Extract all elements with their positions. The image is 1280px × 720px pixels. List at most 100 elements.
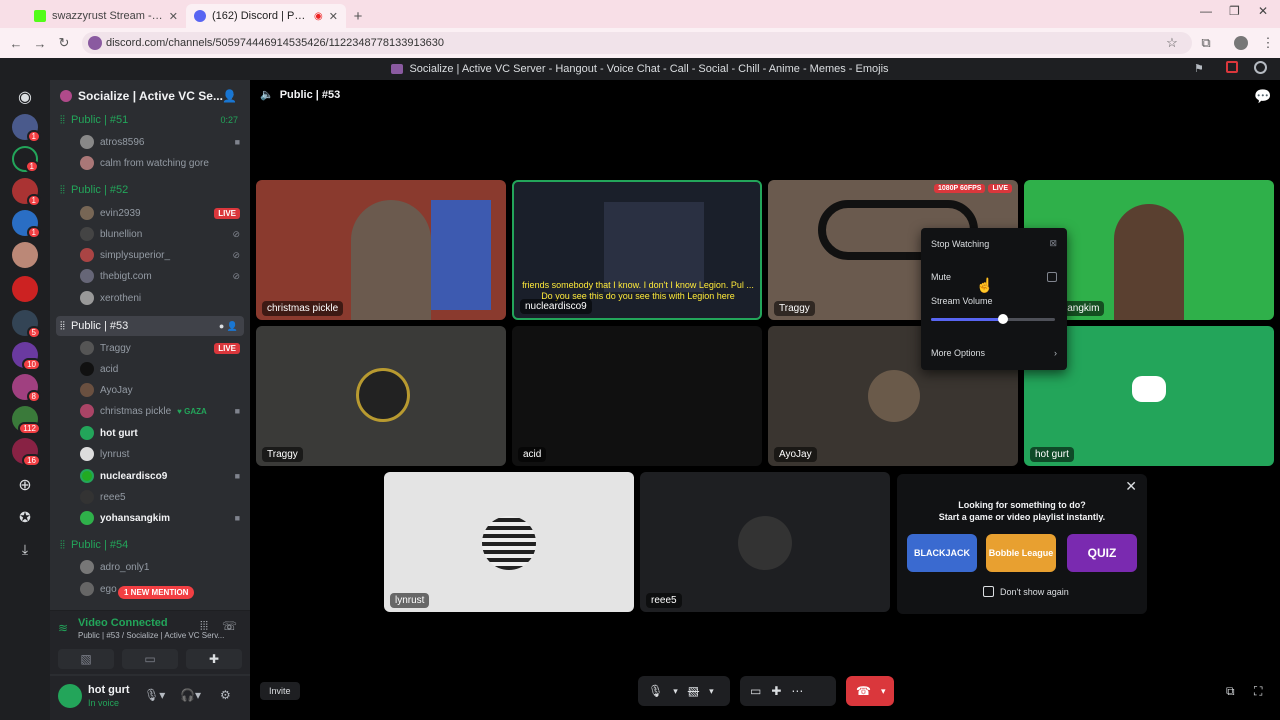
video-tile[interactable]: lynrust — [384, 472, 634, 612]
settings-gear-icon[interactable]: ⚙ — [220, 688, 231, 702]
close-icon[interactable]: ✕ — [1125, 478, 1137, 495]
screenshare-icon[interactable]: ▭ — [122, 649, 178, 669]
mute-checkbox[interactable] — [1047, 272, 1057, 282]
voice-user[interactable]: adro_only1 — [80, 557, 240, 577]
flag-icon[interactable]: ⚑ — [1194, 62, 1204, 75]
forward-icon[interactable]: → — [28, 36, 52, 51]
server-icon[interactable]: 10 — [12, 342, 41, 371]
server-icon[interactable]: 8 — [12, 374, 41, 403]
avatar[interactable] — [58, 684, 82, 708]
stop-watching-item[interactable]: Stop Watching ⊠ — [931, 238, 1057, 249]
voice-user[interactable]: thebigt.com ⊘ — [80, 266, 240, 286]
invite-button[interactable]: Invite — [260, 682, 300, 700]
video-tile[interactable]: reee5 — [640, 472, 890, 612]
chat-bubble-icon[interactable]: 💬 — [1254, 88, 1271, 105]
voice-user[interactable]: nucleardisco9 ■ — [80, 466, 240, 486]
screenshare-icon[interactable]: ▭ — [750, 684, 761, 698]
server-icon[interactable] — [12, 242, 38, 268]
add-server-icon[interactable]: ⊕ — [12, 472, 38, 498]
explore-icon[interactable]: ✪ — [12, 504, 38, 530]
voice-user[interactable]: yohansangkim ■ — [80, 508, 240, 528]
voice-user[interactable]: evin2939 LIVE — [80, 203, 240, 223]
stream-tile[interactable]: friends somebody that I know. I don't I … — [512, 180, 762, 320]
server-icon[interactable]: 1 — [12, 146, 39, 173]
more-icon[interactable]: ⋯ — [791, 684, 803, 698]
bobble-league-activity[interactable]: Bobble League — [986, 534, 1056, 572]
voice-user[interactable]: blunellion ⊘ — [80, 224, 240, 244]
help-icon[interactable] — [1254, 61, 1267, 74]
voice-user[interactable]: lynrust — [80, 444, 240, 464]
discord-home-icon[interactable]: ◉ — [12, 84, 38, 110]
new-mention-banner[interactable]: 1 NEW MENTION — [118, 586, 195, 599]
close-window-icon[interactable]: ✕ — [1258, 4, 1268, 18]
voice-channel-52[interactable]: ⦙⦙ Public | #52 — [56, 180, 244, 200]
chevron-down-icon[interactable]: ▾ — [709, 686, 714, 697]
server-icon[interactable]: 112 — [12, 406, 41, 435]
minimize-icon[interactable]: — — [1200, 4, 1212, 18]
chevron-down-icon[interactable]: ▾ — [673, 686, 678, 697]
reload-icon[interactable]: ↻ — [52, 35, 76, 51]
stream-tile[interactable]: christmas pickle — [256, 180, 506, 320]
video-tile[interactable]: acid — [512, 326, 762, 466]
voice-user[interactable]: Traggy LIVE — [80, 338, 240, 358]
voice-user[interactable]: calm from watching gore — [80, 153, 240, 173]
camera-off-icon[interactable]: ▧ — [688, 684, 699, 698]
volume-knob[interactable] — [997, 314, 1008, 324]
server-icon[interactable]: 16 — [12, 438, 41, 467]
server-icon[interactable]: 1 — [12, 210, 41, 239]
avatar — [80, 362, 94, 376]
voice-user[interactable]: atros8596 ■ — [80, 132, 240, 152]
server-icon[interactable] — [12, 276, 38, 302]
mic-camera-controls: 🎙 ▾ ▧ ▾ — [638, 676, 730, 706]
voice-user[interactable]: hot gurt — [80, 423, 240, 443]
activities-icon[interactable]: ✚ — [771, 684, 781, 698]
site-info-icon[interactable] — [88, 36, 102, 50]
video-off-icon[interactable]: ▧ — [58, 649, 114, 669]
voice-user[interactable]: xerotheni — [80, 288, 240, 308]
browser-menu-icon[interactable]: ⋮ — [1256, 35, 1280, 51]
voice-user[interactable]: simplysuperior_ ⊘ — [80, 245, 240, 265]
server-icon[interactable]: 1 — [12, 178, 41, 207]
new-tab-button[interactable]: + — [346, 4, 370, 28]
server-icon[interactable]: 5 — [12, 310, 41, 339]
voice-channel-51[interactable]: ⦙⦙ Public | #51 0:27 — [56, 110, 244, 130]
add-user-icon[interactable]: 👤 — [222, 89, 237, 103]
address-bar[interactable]: discord.com/channels/505974446914535426/… — [82, 32, 1192, 54]
leave-call-button[interactable]: ☎ ▾ — [846, 676, 894, 706]
close-tab-icon[interactable]: ✕ — [169, 10, 178, 23]
more-options-item[interactable]: More Options › — [931, 348, 1057, 358]
download-icon[interactable]: ⤓ — [12, 536, 38, 562]
voice-channel-53[interactable]: ⦙⦙ Public | #53 ● 👤 — [56, 316, 244, 336]
profile-avatar[interactable] — [1234, 36, 1248, 50]
voice-user[interactable]: acid — [80, 359, 240, 379]
back-icon[interactable]: ← — [4, 36, 28, 51]
screen-record-icon[interactable] — [1226, 61, 1238, 73]
voice-channel-54[interactable]: ⦙⦙ Public | #54 — [56, 535, 244, 555]
disconnect-icon[interactable]: ☏ — [222, 619, 237, 633]
extensions-icon[interactable]: ⧉ — [1194, 35, 1218, 51]
restore-icon[interactable]: ❐ — [1229, 4, 1240, 18]
noise-suppression-icon[interactable]: ⦙⦙⦙ — [200, 619, 208, 634]
tab-discord[interactable]: (162) Discord | Public | #53 ◉ ✕ — [186, 4, 346, 28]
stream-volume-slider[interactable] — [931, 314, 1055, 324]
close-tab-icon[interactable]: ✕ — [329, 10, 338, 23]
chat-and-invite-icons[interactable]: ● 👤 — [219, 321, 238, 332]
microphone-icon[interactable]: 🎙▾ — [144, 688, 165, 702]
voice-user[interactable]: AyoJay — [80, 380, 240, 400]
server-icon[interactable]: 1 — [12, 114, 41, 143]
quiz-activity[interactable]: QUIZ — [1067, 534, 1137, 572]
mute-item[interactable]: Mute — [931, 272, 1057, 282]
tab-stream[interactable]: swazzyrust Stream - Watch Live ✕ — [26, 4, 186, 28]
bookmark-star-icon[interactable]: ☆ — [1160, 35, 1184, 51]
popout-icon[interactable]: ⧉ — [1226, 684, 1235, 699]
fullscreen-icon[interactable]: ⛶ — [1254, 684, 1262, 699]
voice-user[interactable]: reee5 — [80, 487, 240, 507]
activities-icon[interactable]: ✚ — [186, 649, 242, 669]
blackjack-activity[interactable]: BLACKJACK — [907, 534, 977, 572]
headphones-icon[interactable]: 🎧▾ — [180, 688, 201, 702]
server-header[interactable]: Socialize | Active VC Se... ▾ 👤 — [50, 80, 250, 112]
microphone-icon[interactable]: 🎙 — [648, 684, 663, 698]
dont-show-checkbox[interactable] — [983, 586, 994, 597]
video-tile[interactable]: Traggy — [256, 326, 506, 466]
voice-user[interactable]: christmas pickle ♥ GAZA ■ — [80, 401, 240, 421]
